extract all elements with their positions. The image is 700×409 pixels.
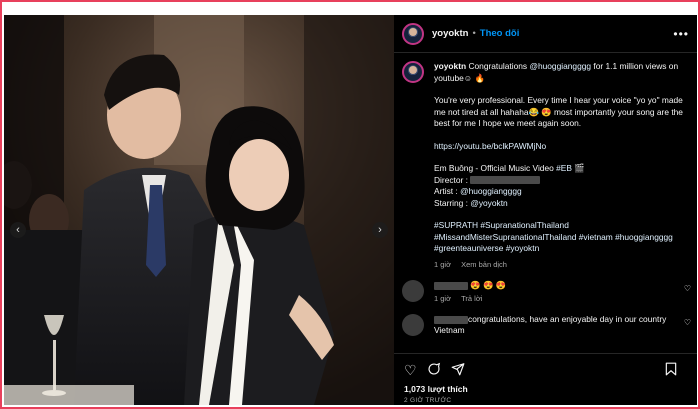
post-sidebar: yoyoktn • Theo dõi ••• yoyoktn Congratul… <box>394 15 697 405</box>
caption-paragraph: You're very professional. Every time I h… <box>434 95 683 128</box>
bookmark-icon[interactable] <box>665 362 677 378</box>
comment-item: 😍 😍 😍 1 giờ Trả lời ♡ <box>402 280 691 304</box>
post-username[interactable]: yoyoktn <box>432 28 468 39</box>
comment-icon[interactable] <box>427 362 441 378</box>
artist-label: Artist : <box>434 186 461 196</box>
caption-line1-prefix: Congratulations <box>468 61 530 71</box>
hashtags[interactable]: #SUPRATH #SupranationalThailand #Missand… <box>434 220 687 255</box>
commenter-avatar[interactable] <box>402 314 424 336</box>
comment-meta: 1 giờ Trả lời <box>434 293 669 304</box>
caption-username[interactable]: yoyoktn <box>434 61 466 71</box>
redacted-director <box>470 176 541 185</box>
heart-icon[interactable]: ♡ <box>404 363 417 377</box>
caption-avatar[interactable] <box>402 61 424 83</box>
hashtag-eb[interactable]: #EB <box>556 163 572 173</box>
post-photo-image <box>4 15 394 405</box>
video-title-suffix: 🎬 <box>571 163 585 173</box>
post-header: yoyoktn • Theo dõi ••• <box>394 15 697 53</box>
redacted-username[interactable] <box>434 315 468 324</box>
comment-text: 😍 😍 😍 <box>470 280 507 290</box>
post-actions: ♡ 1,073 lượt thích 2 GIỜ TRƯỚC <box>394 353 697 405</box>
caption-meta: 1 giờ Xem bản dịch <box>434 259 687 271</box>
comment-text: congratulations, have an enjoyable day i… <box>434 314 667 335</box>
commenter-avatar[interactable] <box>402 280 424 302</box>
caption-block: yoyoktn Congratulations @huoggiangggg fo… <box>402 61 687 270</box>
more-options-icon[interactable]: ••• <box>673 27 689 41</box>
comment-time[interactable]: 1 giờ <box>434 294 451 303</box>
director-label: Director : <box>434 174 471 185</box>
see-translation-button[interactable]: Xem bản dịch <box>461 260 507 269</box>
artist-mention[interactable]: @huoggiangggg <box>460 186 522 196</box>
likes-count[interactable]: 1,073 lượt thích <box>404 384 687 394</box>
post-photo[interactable]: ‹ › <box>4 15 394 405</box>
caption-time[interactable]: 1 giờ <box>434 260 451 269</box>
caption-text: yoyoktn Congratulations @huoggiangggg fo… <box>434 61 687 270</box>
post-timestamp: 2 GIỜ TRƯỚC <box>404 397 452 404</box>
caption-mention[interactable]: @huoggiangggg <box>529 61 591 71</box>
avatar[interactable] <box>402 22 424 45</box>
comments-scroll-area[interactable]: yoyoktn Congratulations @huoggiangggg fo… <box>394 53 697 353</box>
share-icon[interactable] <box>451 362 465 378</box>
carousel-prev-button[interactable]: ‹ <box>10 222 26 238</box>
separator-dot: • <box>472 28 476 39</box>
starring-label: Starring : <box>434 197 471 208</box>
instagram-post-modal: ‹ › yoyoktn • Theo dõi ••• yoyoktn Congr… <box>4 15 697 405</box>
like-comment-heart-icon[interactable]: ♡ <box>684 318 691 327</box>
comment-item: congratulations, have an enjoyable day i… <box>402 314 691 336</box>
starring-mention[interactable]: @yoyoktn <box>470 198 507 208</box>
carousel-next-button[interactable]: › <box>372 222 388 238</box>
redacted-username[interactable] <box>434 281 468 290</box>
follow-button[interactable]: Theo dõi <box>480 28 520 39</box>
youtube-link[interactable]: https://youtu.be/bclkPAWMjNo <box>434 141 687 153</box>
like-comment-heart-icon[interactable]: ♡ <box>684 284 691 293</box>
video-title: Em Buông - Official Music Video <box>434 163 557 173</box>
reply-button[interactable]: Trả lời <box>461 294 482 303</box>
video-credits: Em Buông - Official Music Video #EB 🎬 Di… <box>434 163 687 209</box>
